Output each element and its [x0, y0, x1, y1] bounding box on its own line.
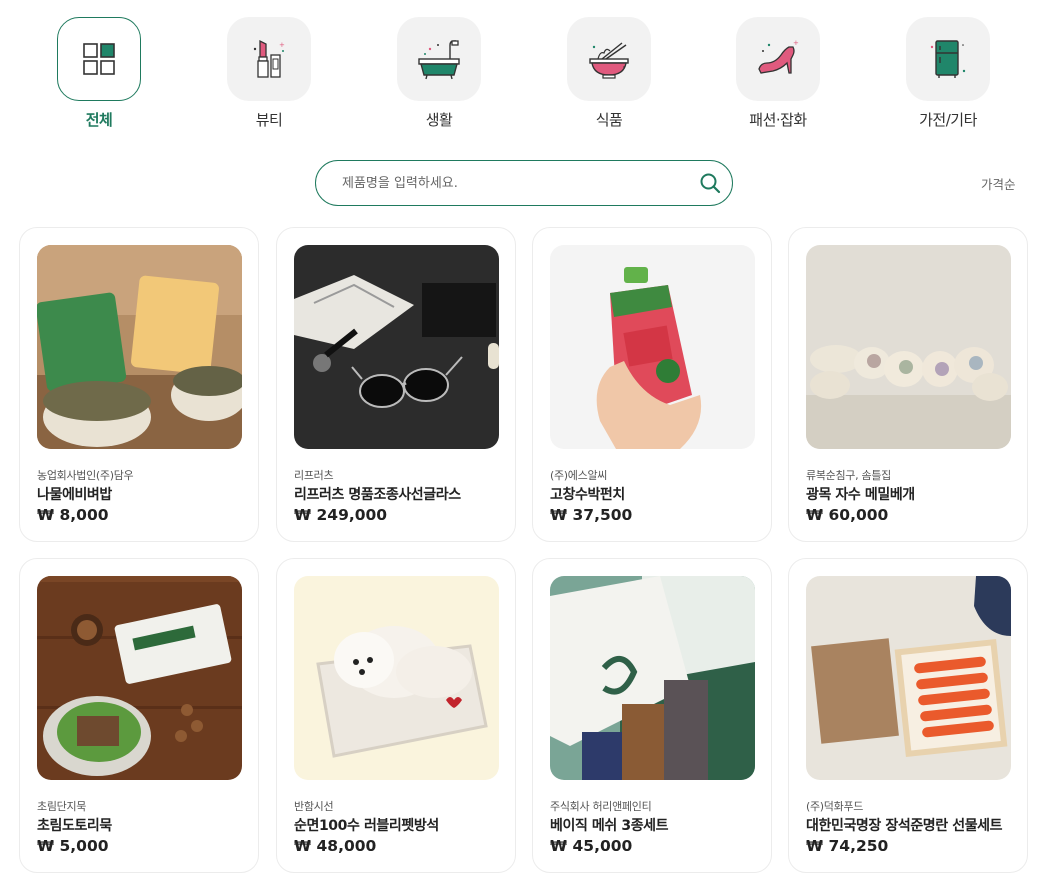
category-all[interactable]: 전체 — [44, 17, 154, 130]
product-price: ₩ 45,000 — [550, 837, 633, 855]
category-label: 생활 — [425, 111, 453, 129]
product-card[interactable]: (주)덕화푸드 대한민국명장 장석준명란 선물세트 ₩ 74,250 — [788, 558, 1028, 873]
sort-button[interactable]: 가격순 — [981, 174, 1016, 193]
product-name: 나물에비벼밥 — [37, 487, 112, 503]
product-name: 초림도토리묵 — [37, 818, 112, 834]
product-price: ₩ 8,000 — [37, 506, 109, 524]
category-fashion[interactable]: + 패션·잡화 — [723, 17, 833, 130]
product-image — [37, 576, 242, 780]
product-price: ₩ 249,000 — [294, 506, 388, 524]
svg-text:+: + — [793, 39, 799, 47]
search-bar — [315, 160, 733, 206]
category-beauty[interactable]: + 뷰티 — [214, 17, 324, 130]
product-name: 대한민국명장 장석준명란 선물세트 — [806, 818, 1003, 834]
product-price: ₩ 74,250 — [806, 837, 889, 855]
category-label: 뷰티 — [255, 111, 283, 129]
product-image — [37, 245, 242, 449]
product-seller: (주)에스알씨 — [550, 469, 608, 482]
product-seller: 류복순침구, 솜틀집 — [806, 469, 891, 482]
product-name: 고창수박펀치 — [550, 487, 625, 503]
product-price: ₩ 37,500 — [550, 506, 633, 524]
product-card[interactable]: (주)에스알씨 고창수박펀치 ₩ 37,500 — [532, 227, 772, 542]
product-name: 광목 자수 메밀베개 — [806, 487, 915, 503]
product-seller: 농업회사법인(주)담우 — [37, 469, 134, 482]
category-nav: 전체 + 뷰티 생활 식품 + 패션·잡화 가전/기타 — [0, 17, 1051, 132]
product-price: ₩ 5,000 — [37, 837, 109, 855]
product-seller: (주)덕화푸드 — [806, 800, 864, 813]
product-card[interactable]: 리프러츠 리프러츠 명품조종사선글라스 ₩ 249,000 — [276, 227, 516, 542]
product-price: ₩ 48,000 — [294, 837, 377, 855]
search-input[interactable] — [342, 172, 682, 194]
product-seller: 주식회사 허리앤페인티 — [550, 800, 652, 813]
grid-icon — [57, 17, 141, 101]
category-label: 식품 — [595, 111, 623, 129]
category-label: 전체 — [85, 111, 113, 129]
refrigerator-icon — [906, 17, 990, 101]
lipstick-icon: + — [227, 17, 311, 101]
product-image — [550, 576, 755, 780]
category-label: 가전/기타 — [919, 111, 977, 129]
product-name: 순면100수 러블리펫방석 — [294, 818, 439, 834]
bathtub-icon — [397, 17, 481, 101]
category-appliance[interactable]: 가전/기타 — [893, 17, 1003, 130]
product-image — [294, 245, 499, 449]
product-card[interactable]: 주식회사 허리앤페인티 베이직 메쉬 3종세트 ₩ 45,000 — [532, 558, 772, 873]
high-heel-icon: + — [736, 17, 820, 101]
search-icon[interactable] — [698, 171, 722, 195]
product-image — [806, 245, 1011, 449]
product-card[interactable]: 반함시선 순면100수 러블리펫방석 ₩ 48,000 — [276, 558, 516, 873]
product-card[interactable]: 농업회사법인(주)담우 나물에비벼밥 ₩ 8,000 — [19, 227, 259, 542]
product-seller: 초림단지묵 — [37, 800, 87, 813]
product-seller: 반함시선 — [294, 800, 334, 813]
product-card[interactable]: 초림단지묵 초림도토리묵 ₩ 5,000 — [19, 558, 259, 873]
svg-text:+: + — [279, 41, 285, 49]
product-image — [294, 576, 499, 780]
product-image — [550, 245, 755, 449]
product-card[interactable]: 류복순침구, 솜틀집 광목 자수 메밀베개 ₩ 60,000 — [788, 227, 1028, 542]
noodle-bowl-icon — [567, 17, 651, 101]
category-label: 패션·잡화 — [749, 111, 807, 129]
category-living[interactable]: 생활 — [384, 17, 494, 130]
product-name: 리프러츠 명품조종사선글라스 — [294, 487, 461, 503]
product-price: ₩ 60,000 — [806, 506, 889, 524]
product-seller: 리프러츠 — [294, 469, 334, 482]
category-food[interactable]: 식품 — [554, 17, 664, 130]
product-image — [806, 576, 1011, 780]
product-name: 베이직 메쉬 3종세트 — [550, 818, 669, 834]
